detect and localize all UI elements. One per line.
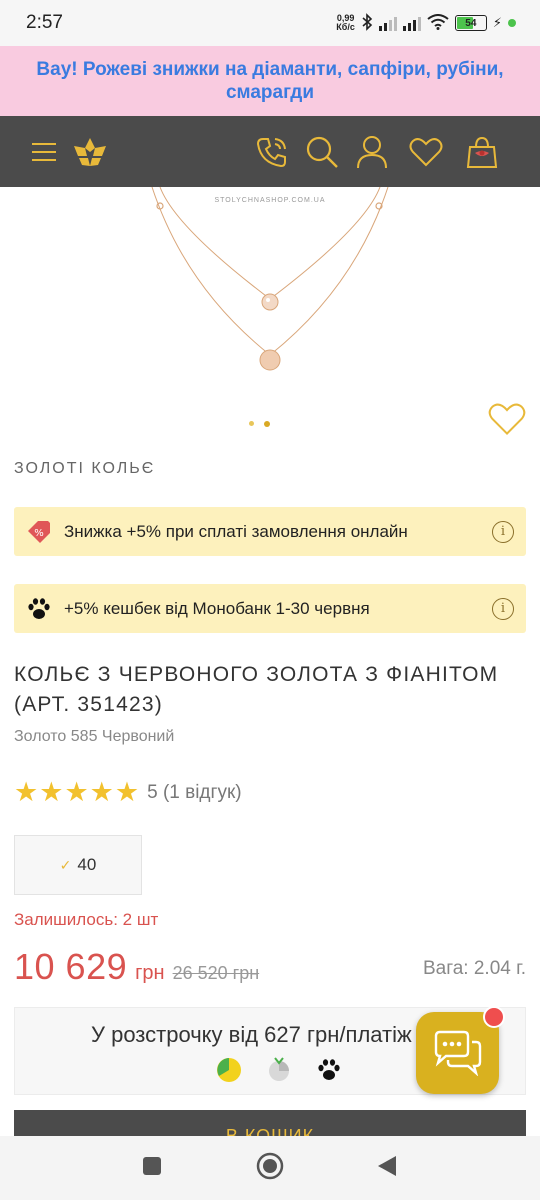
- net-speed: 0,99 Кб/с: [336, 13, 355, 32]
- add-to-cart-button[interactable]: В КОШИК: [14, 1110, 526, 1136]
- product-gallery[interactable]: [0, 186, 540, 452]
- star-icon: ★: [89, 777, 114, 807]
- offer-monobank-cashback[interactable]: +5% кешбек від Монобанк 1-30 червня i: [14, 584, 526, 633]
- privat-icon: [215, 1056, 243, 1084]
- info-icon[interactable]: i: [492, 520, 514, 543]
- signal-icon-2: [402, 15, 421, 31]
- status-icons: 0,99 Кб/с 54 ⚡: [336, 12, 516, 34]
- star-icon: ★: [114, 777, 140, 807]
- charging-icon: ⚡: [492, 15, 502, 30]
- gallery-dot-2[interactable]: [264, 420, 270, 427]
- battery-icon: 54: [454, 15, 487, 31]
- discount-tag-icon: %: [26, 519, 52, 545]
- wishlist-heart-icon[interactable]: [488, 402, 526, 441]
- system-nav-bar: [0, 1136, 540, 1200]
- status-bar: 2:57 0,99 Кб/с 54 ⚡: [0, 0, 540, 46]
- heart-icon[interactable]: [408, 134, 444, 170]
- chat-button[interactable]: [416, 1006, 505, 1094]
- product-title: КОЛЬЄ З ЧЕРВОНОГО ЗОЛОТА З ФІАНІТОМ (АРТ…: [14, 663, 499, 716]
- rating-stars: ★ ★ ★ ★ ★: [14, 779, 139, 806]
- status-time: 2:57: [26, 12, 63, 33]
- check-icon: ✓: [59, 856, 72, 873]
- add-to-cart-label: В КОШИК: [225, 1126, 315, 1136]
- offer-text: +5% кешбек від Монобанк 1-30 червня: [64, 598, 370, 618]
- promo-text: Вау! Рожеві знижки на діаманти, сапфіри,…: [36, 59, 504, 103]
- status-dot: [508, 19, 516, 27]
- logo-icon[interactable]: [72, 134, 108, 170]
- chat-notification-badge: [483, 1006, 505, 1028]
- category-link[interactable]: ЗОЛОТІ КОЛЬЄ: [14, 460, 155, 478]
- gallery-pagination[interactable]: [249, 420, 270, 427]
- recent-apps-button[interactable]: [142, 1156, 162, 1181]
- product-subtitle: Золото 585 Червоний: [14, 728, 175, 745]
- star-icon: ★: [39, 777, 64, 807]
- user-icon[interactable]: [354, 134, 390, 170]
- monobank-paw-icon: [315, 1056, 343, 1084]
- current-price: 10 629: [14, 946, 128, 987]
- menu-icon[interactable]: [26, 134, 62, 170]
- product-rating[interactable]: ★ ★ ★ ★ ★ 5 (1 відгук): [14, 779, 242, 806]
- chat-icon: [434, 1030, 481, 1076]
- installment-banks: [215, 1056, 343, 1084]
- home-button[interactable]: [256, 1152, 284, 1185]
- offer-online-discount[interactable]: % Знижка +5% при сплаті замовлення онлай…: [14, 507, 526, 556]
- size-option[interactable]: ✓ 40: [14, 835, 142, 895]
- necklace-image: [151, 186, 389, 371]
- star-icon: ★: [14, 777, 39, 807]
- site-header: [0, 116, 540, 187]
- gallery-dot-1[interactable]: [249, 421, 254, 426]
- phone-icon[interactable]: [254, 134, 290, 170]
- size-value: 40: [77, 855, 97, 874]
- paw-icon: [26, 596, 52, 622]
- search-icon[interactable]: [304, 134, 340, 170]
- bluetooth-icon: [361, 12, 373, 34]
- product-weight: Вага: 2.04 г.: [422, 958, 526, 979]
- watermark: STOLYCHNASHOP.COM.UA: [214, 197, 326, 204]
- price-currency: грн: [135, 962, 165, 984]
- svg-text:%: %: [34, 528, 44, 539]
- cart-icon[interactable]: [464, 134, 500, 170]
- info-icon[interactable]: i: [492, 597, 514, 620]
- signal-icon: [378, 15, 397, 31]
- back-button[interactable]: [376, 1154, 398, 1183]
- stock-remaining: Залишилось: 2 шт: [14, 910, 159, 929]
- star-icon: ★: [64, 777, 89, 807]
- price-block: 10 629 грн 26 520 грн: [14, 946, 259, 988]
- rating-text[interactable]: 5 (1 відгук): [147, 782, 242, 804]
- promo-banner[interactable]: Вау! Рожеві знижки на діаманти, сапфіри,…: [0, 46, 540, 116]
- abank-icon: [265, 1056, 293, 1084]
- offer-text: Знижка +5% при сплаті замовлення онлайн: [64, 521, 408, 541]
- wifi-icon: [427, 13, 449, 33]
- old-price: 26 520 грн: [172, 963, 260, 983]
